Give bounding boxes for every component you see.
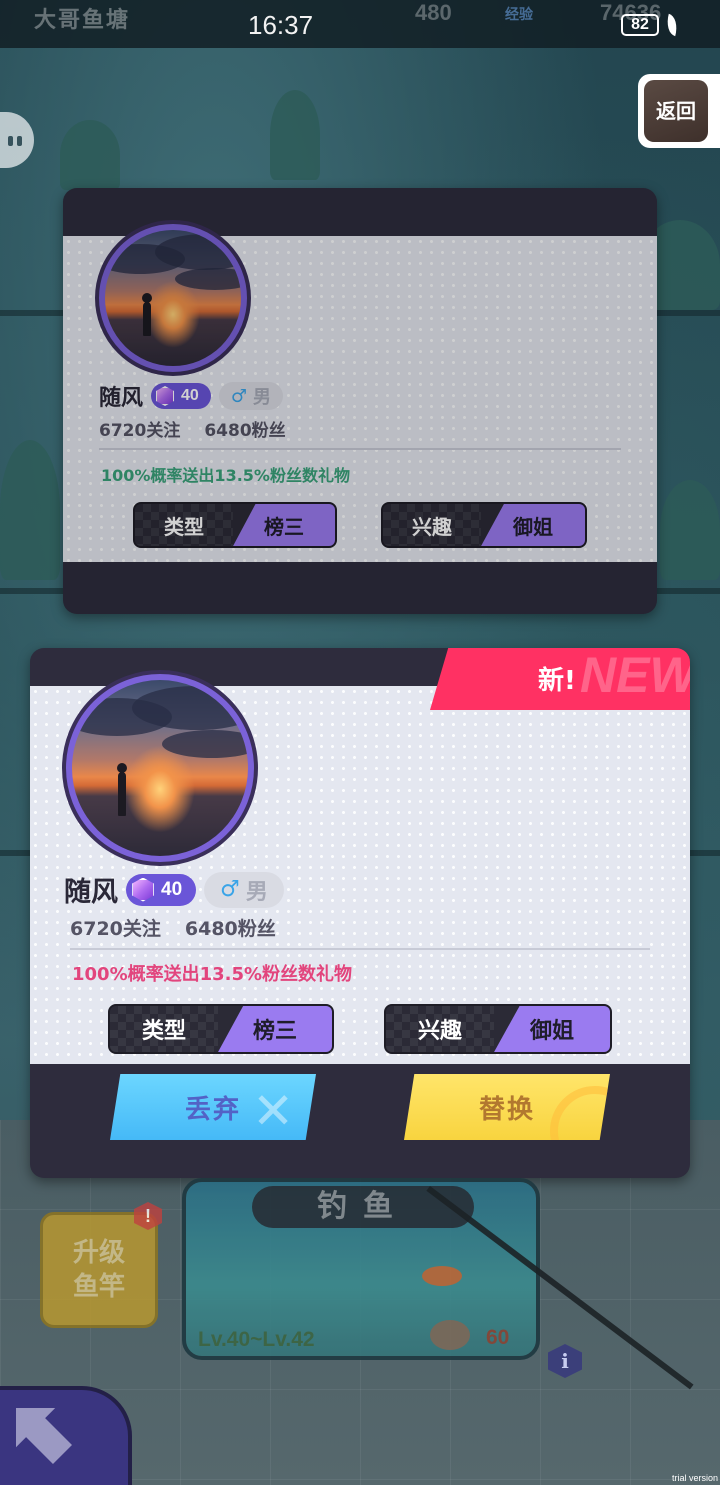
discard-label: 丢弃	[184, 1094, 241, 1125]
following-count: 6720关注	[99, 421, 181, 441]
avatar	[62, 670, 258, 866]
type-value: 榜三	[218, 1006, 332, 1052]
divider	[99, 448, 621, 450]
interest-tag: 兴趣 御姐	[384, 1004, 612, 1054]
gender-label: 男	[252, 387, 271, 408]
new-ribbon-watermark: NEW	[580, 648, 690, 703]
status-bar: 大哥鱼塘 16:37 480 经验 74636 82	[0, 0, 720, 48]
type-label: 类型	[135, 504, 234, 546]
avatar	[95, 220, 251, 376]
leaf-icon	[663, 13, 681, 37]
level-badge: 40	[151, 383, 211, 409]
new-ribbon: NEW 新!	[430, 648, 690, 710]
interest-label: 兴趣	[386, 1006, 495, 1052]
new-fan-card: 随风 40 ♂ 男 6720关注 6480粉丝 100%概率送出13.5%粉丝数…	[30, 648, 690, 1178]
male-icon: ♂	[220, 877, 240, 902]
bait-icon	[430, 1320, 470, 1350]
level-value: 40	[161, 878, 183, 900]
gem-icon	[156, 386, 175, 406]
gift-description: 100%概率送出13.5%粉丝数礼物	[101, 466, 350, 485]
sunset-photo	[72, 680, 248, 856]
current-fan-card: 随风 40 ♂ 男 6720关注 6480粉丝 100%概率送出13.5%粉丝数…	[63, 188, 657, 614]
background-plant	[60, 120, 120, 190]
fans-count: 6480粉丝	[184, 918, 276, 940]
card-body: 随风 40 ♂ 男 6720关注 6480粉丝 100%概率送出13.5%粉丝数…	[30, 670, 690, 1064]
fan-stats: 6720关注 6480粉丝	[70, 914, 276, 941]
background-plant	[660, 480, 720, 580]
type-value: 榜三	[233, 504, 335, 546]
upgrade-rod-label: 升级鱼竿	[72, 1238, 125, 1302]
type-tag: 类型 榜三	[133, 502, 337, 548]
male-icon: ♂	[230, 385, 247, 407]
level-range: Lv.40~Lv.42	[198, 1328, 315, 1351]
following-count: 6720关注	[70, 918, 161, 940]
resource-counter: 480	[415, 0, 452, 25]
divider	[70, 948, 650, 950]
interest-label: 兴趣	[383, 504, 482, 546]
back-button-label: 返回	[644, 80, 708, 142]
card-body: 随风 40 ♂ 男 6720关注 6480粉丝 100%概率送出13.5%粉丝数…	[63, 220, 657, 562]
gift-description: 100%概率送出13.5%粉丝数礼物	[72, 964, 353, 985]
clock: 16:37	[248, 10, 314, 40]
watermark: trial version	[671, 1473, 718, 1483]
exp-tag: 经验	[505, 7, 533, 23]
discard-button[interactable]: ✕ 丢弃	[110, 1074, 316, 1140]
fishing-panel[interactable]: 钓鱼 Lv.40~Lv.42 60	[182, 1178, 540, 1360]
fishing-cost: 60	[486, 1326, 510, 1349]
type-tag: 类型 榜三	[108, 1004, 334, 1054]
type-label: 类型	[110, 1006, 219, 1052]
replace-label: 替换	[478, 1094, 535, 1125]
gender-badge: ♂ 男	[218, 382, 283, 410]
gender-badge: ♂ 男	[204, 871, 284, 908]
replace-button[interactable]: 替换	[404, 1074, 610, 1140]
arrow-icon	[16, 1408, 72, 1464]
level-badge: 40	[126, 873, 197, 906]
gem-icon	[132, 877, 154, 902]
cross-icon: ✕	[252, 1082, 296, 1140]
corner-menu-button[interactable]	[0, 1386, 132, 1485]
back-button[interactable]: 返回	[638, 74, 720, 148]
level-value: 40	[181, 387, 199, 404]
battery-indicator: 82	[621, 14, 659, 36]
new-ribbon-label: 新!	[538, 666, 576, 696]
interest-tag: 兴趣 御姐	[381, 502, 587, 548]
fishing-title: 钓鱼	[252, 1186, 474, 1228]
background-plant	[0, 440, 60, 580]
gender-label: 男	[245, 879, 268, 905]
fans-count: 6480粉丝	[204, 421, 286, 441]
fan-name: 随风	[64, 877, 118, 908]
interest-value: 御姐	[481, 504, 585, 546]
upgrade-rod-button[interactable]: 升级鱼竿	[40, 1212, 158, 1328]
interest-value: 御姐	[494, 1006, 610, 1052]
sunset-photo	[105, 230, 241, 366]
pond-title: 大哥鱼塘	[34, 8, 131, 33]
fan-stats: 6720关注 6480粉丝	[99, 416, 286, 441]
arc-icon	[550, 1086, 610, 1140]
background-plant	[270, 90, 320, 180]
fan-name: 随风	[99, 386, 144, 411]
fish-icon	[422, 1266, 462, 1286]
